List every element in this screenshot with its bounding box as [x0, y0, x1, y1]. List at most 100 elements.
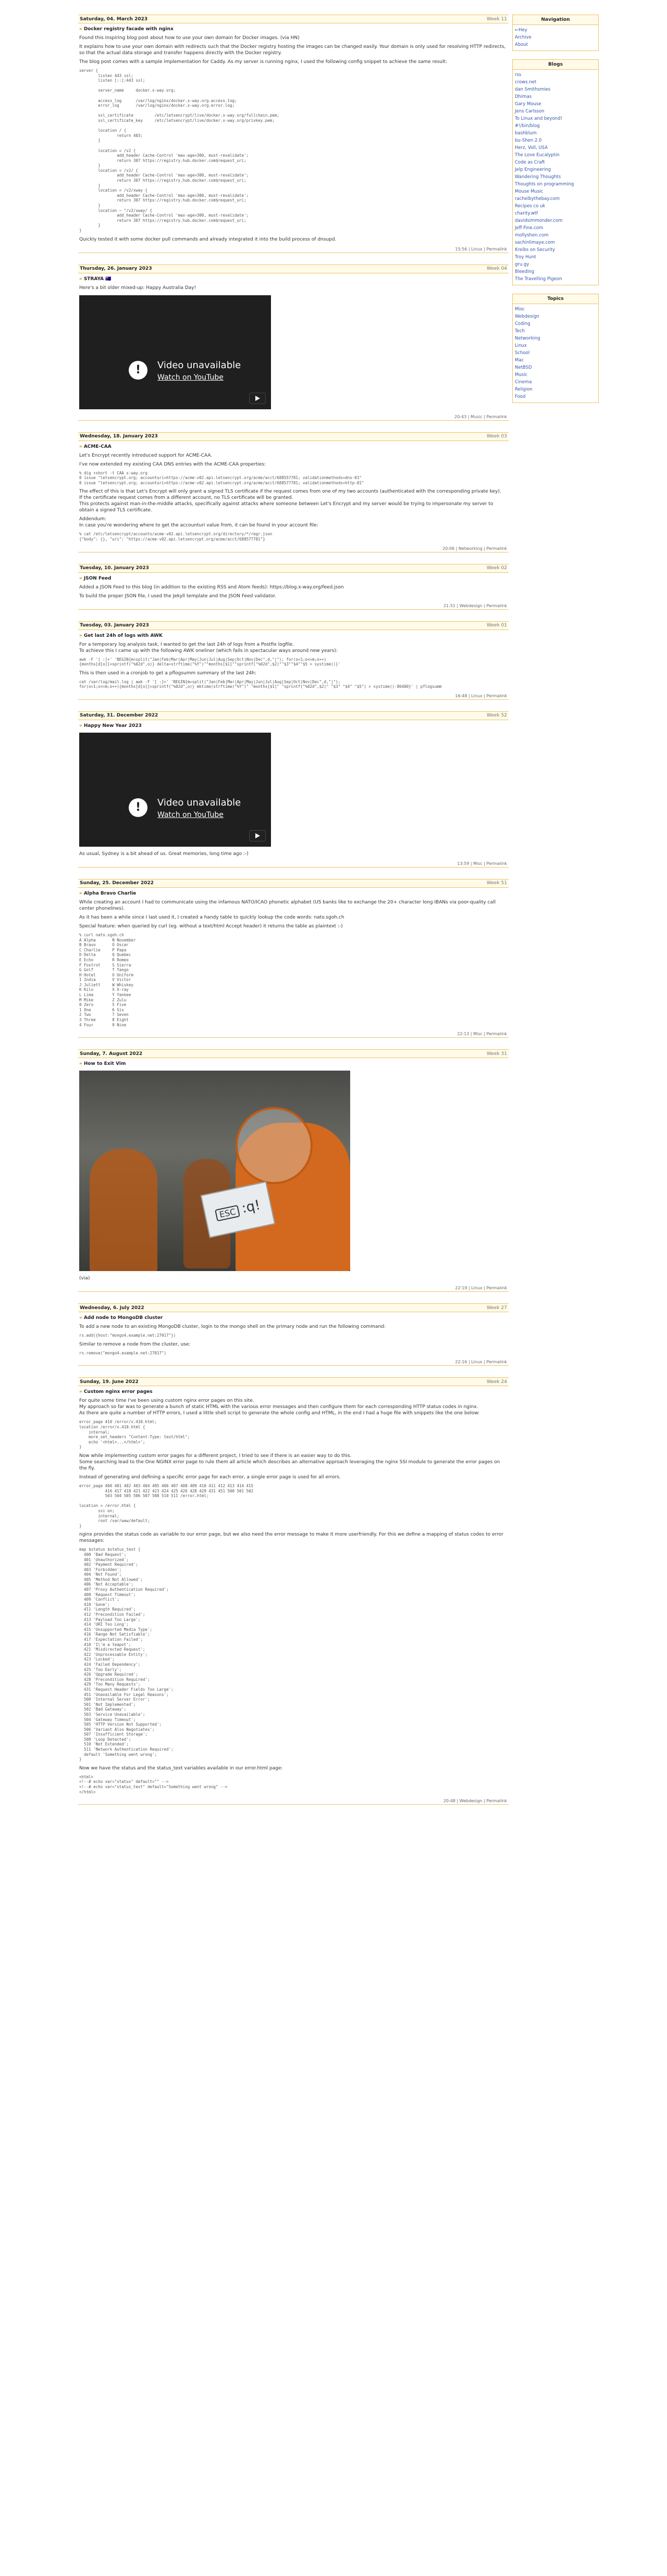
blog-item-link[interactable]: crows.net: [515, 80, 536, 85]
blog-item-link[interactable]: Jens Carlsson: [515, 109, 545, 114]
blog-item[interactable]: bu-Shen 2.0: [515, 137, 596, 144]
post-week-link[interactable]: Week 51: [487, 881, 507, 886]
post-title[interactable]: » STRAYA 🇦🇺: [79, 277, 509, 282]
youtube-logo-icon[interactable]: [249, 830, 266, 841]
nav-item[interactable]: About: [515, 41, 596, 48]
blog-item[interactable]: The Love Eucalyptin: [515, 152, 596, 159]
post-footer[interactable]: 16:48 | Linux | Permalink: [78, 693, 509, 700]
blog-item-link[interactable]: bashblum: [515, 131, 537, 136]
post-title[interactable]: » Alpha Bravo Charlie: [79, 891, 509, 896]
post-title-text[interactable]: How to Exit Vim: [84, 1061, 126, 1066]
blog-item-link[interactable]: sachinlimaye.com: [515, 240, 555, 245]
blog-item-link[interactable]: Mouse Music: [515, 189, 543, 194]
blog-item[interactable]: The Travelling Pigeon: [515, 275, 596, 283]
blog-item[interactable]: davidsimmonder.com: [515, 217, 596, 224]
blog-item[interactable]: Mouse Music: [515, 188, 596, 195]
blog-item-link[interactable]: The Travelling Pigeon: [515, 277, 562, 282]
blog-item[interactable]: Jelp Engineering: [515, 166, 596, 173]
topic-item-link[interactable]: Linux: [515, 343, 527, 348]
post-footer[interactable]: 20:48 | Webdesign | Permalink: [78, 1798, 509, 1805]
blog-item-link[interactable]: To Linux and beyond!: [515, 116, 562, 121]
blog-item[interactable]: dan Smithsmies: [515, 86, 596, 93]
post-footer[interactable]: 22:19 | Linux | Permalink: [78, 1285, 509, 1292]
blog-item-link[interactable]: Dhimas: [515, 94, 532, 99]
blog-item[interactable]: Wandering Thoughts: [515, 173, 596, 181]
post-footer[interactable]: 13:59 | Misc | Permalink: [78, 860, 509, 868]
blog-item-link[interactable]: Recipes co uk: [515, 204, 545, 209]
blog-item-link[interactable]: Wandering Thoughts: [515, 174, 561, 180]
post-footer[interactable]: 21:51 | Webdesign | Permalink: [78, 602, 509, 610]
topic-item-link[interactable]: Networking: [515, 336, 540, 341]
blog-item[interactable]: Dhimas: [515, 93, 596, 100]
topic-item[interactable]: School: [515, 349, 596, 357]
blog-item[interactable]: Kreibs on Security: [515, 246, 596, 254]
topic-item[interactable]: Food: [515, 393, 596, 400]
blog-item-link[interactable]: Jeff Fine.com: [515, 225, 543, 231]
post-title[interactable]: » ACME-CAA: [79, 444, 509, 449]
post-week-link[interactable]: Week 27: [487, 1305, 507, 1311]
post-week-link[interactable]: Week 11: [487, 17, 507, 22]
blog-item-link[interactable]: rss: [515, 72, 521, 78]
topic-item[interactable]: Tech: [515, 328, 596, 335]
topic-item[interactable]: Coding: [515, 320, 596, 328]
post-title[interactable]: » How to Exit Vim: [79, 1061, 509, 1066]
post-title-text[interactable]: Add node to MongoDB cluster: [84, 1315, 163, 1321]
nav-item-link[interactable]: ←Hey: [515, 28, 527, 33]
topic-item[interactable]: Webdesign: [515, 313, 596, 320]
blog-item[interactable]: Gary Mouse: [515, 100, 596, 108]
post-title-text[interactable]: Custom nginx error pages: [84, 1389, 153, 1394]
post-week-link[interactable]: Week 02: [487, 566, 507, 571]
topic-item[interactable]: Religion: [515, 386, 596, 393]
post-footer[interactable]: 22:16 | Linux | Permalink: [78, 1359, 509, 1366]
topic-item-link[interactable]: Cinema: [515, 380, 532, 385]
blog-item-link[interactable]: Thoughts on programming: [515, 182, 574, 187]
blog-item-link[interactable]: bu-Shen 2.0: [515, 138, 541, 143]
post-title-text[interactable]: Alpha Bravo Charlie: [84, 891, 136, 896]
topic-item[interactable]: Mac: [515, 357, 596, 364]
post-title-text[interactable]: ACME-CAA: [84, 444, 112, 449]
blog-item[interactable]: #!/bin/blog: [515, 122, 596, 130]
youtube-logo-icon[interactable]: [249, 392, 266, 404]
blog-item-link[interactable]: gru.gy: [515, 262, 529, 267]
post-footer[interactable]: 22:13 | Misc | Permalink: [78, 1031, 509, 1038]
nav-item-link[interactable]: About: [515, 42, 528, 47]
watch-on-youtube-link[interactable]: Watch on YouTube: [157, 373, 224, 382]
blog-item-link[interactable]: Herz, Voll, USA: [515, 145, 548, 150]
blog-item-link[interactable]: mollyshen.com: [515, 233, 549, 238]
blog-item[interactable]: mollyshen.com: [515, 232, 596, 239]
post-title[interactable]: » JSON Feed: [79, 576, 509, 581]
topic-item-link[interactable]: Tech: [515, 329, 525, 334]
post-title[interactable]: » Custom nginx error pages: [79, 1389, 509, 1394]
post-title[interactable]: » Add node to MongoDB cluster: [79, 1315, 509, 1321]
blog-item[interactable]: Jeff Fine.com: [515, 224, 596, 232]
post-week-link[interactable]: Week 01: [487, 623, 507, 628]
topic-item[interactable]: NetBSD: [515, 364, 596, 371]
topic-item-link[interactable]: Music: [515, 372, 527, 378]
post-footer[interactable]: 20:06 | Networking | Permalink: [78, 545, 509, 552]
blog-item[interactable]: sachinlimaye.com: [515, 239, 596, 246]
post-title-text[interactable]: STRAYA 🇦🇺: [84, 277, 112, 282]
blog-item-link[interactable]: davidsimmonder.com: [515, 218, 563, 223]
blog-item[interactable]: gru.gy: [515, 261, 596, 268]
post-title[interactable]: » Docker registry facade with nginx: [79, 27, 509, 32]
blog-item[interactable]: Herz, Voll, USA: [515, 144, 596, 152]
blog-item[interactable]: Bleeding: [515, 268, 596, 275]
nav-item-link[interactable]: Archive: [515, 35, 532, 40]
topic-item-link[interactable]: Coding: [515, 321, 530, 326]
topic-item[interactable]: Cinema: [515, 379, 596, 386]
topic-item-link[interactable]: Misc: [515, 307, 525, 312]
topic-item[interactable]: Music: [515, 371, 596, 379]
blog-item[interactable]: Troy Hunt: [515, 254, 596, 261]
blog-item[interactable]: bashblum: [515, 130, 596, 137]
post-title[interactable]: » Get last 24h of logs with AWK: [79, 633, 509, 638]
blog-item[interactable]: charity.wtf: [515, 210, 596, 217]
blog-item[interactable]: rss: [515, 71, 596, 79]
nav-item[interactable]: ←Hey: [515, 27, 596, 34]
blog-item[interactable]: Code as Craft: [515, 159, 596, 166]
blog-item[interactable]: crows.net: [515, 79, 596, 86]
topic-item-link[interactable]: Food: [515, 394, 525, 399]
post-title[interactable]: » Happy New Year 2023: [79, 723, 509, 728]
post-title-text[interactable]: Get last 24h of logs with AWK: [84, 633, 163, 638]
blog-item[interactable]: Jens Carlsson: [515, 108, 596, 115]
post-title-text[interactable]: Docker registry facade with nginx: [84, 27, 174, 32]
